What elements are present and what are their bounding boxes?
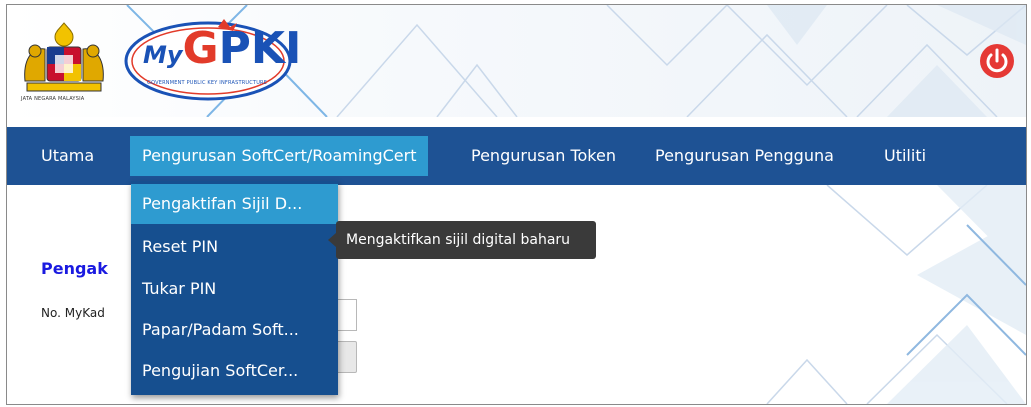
nav-item-pengurusan-token[interactable]: Pengurusan Token (471, 127, 616, 185)
section-title: Pengak (41, 259, 108, 278)
nav-item-pengurusan-pengguna[interactable]: Pengurusan Pengguna (655, 127, 834, 185)
menu-item-papar-padam-softcert[interactable]: Papar/Padam Soft... (131, 310, 338, 350)
mykad-label: No. MyKad (41, 306, 105, 320)
logo-g: G (182, 23, 219, 74)
menu-item-tukar-pin[interactable]: Tukar PIN (131, 269, 338, 309)
softcert-dropdown-menu: Pengaktifan Sijil D... Reset PIN Tukar P… (131, 181, 338, 395)
power-button[interactable] (980, 44, 1014, 78)
logo-subtitle: GOVERNMENT PUBLIC KEY INFRASTRUCTURE (147, 80, 268, 86)
nav-item-pengurusan-softcert[interactable]: Pengurusan SoftCert/RoamingCert (130, 136, 429, 176)
nav-item-utiliti[interactable]: Utiliti (884, 127, 926, 185)
app-window: JATA NEGARA MALAYSIA MyGPKI GOVERNMENT P… (6, 4, 1027, 405)
logo-pki: PKI (218, 23, 302, 74)
mygpki-logo: MyGPKI (143, 23, 301, 74)
menu-item-pengujian-softcert[interactable]: Pengujian SoftCer... (131, 351, 338, 391)
tooltip-arrow (328, 233, 336, 247)
coat-of-arms-icon (24, 22, 104, 92)
menu-item-pengaktifan-sijil[interactable]: Pengaktifan Sijil D... (131, 184, 338, 224)
coat-of-arms-caption: JATA NEGARA MALAYSIA (21, 96, 85, 102)
menu-tooltip: Mengaktifkan sijil digital baharu (328, 221, 596, 259)
tooltip-text: Mengaktifkan sijil digital baharu (346, 232, 571, 248)
header-banner: JATA NEGARA MALAYSIA MyGPKI GOVERNMENT P… (7, 5, 1026, 117)
nav-item-utama[interactable]: Utama (41, 127, 94, 185)
main-nav: Utama Pengurusan SoftCert/RoamingCert Pe… (7, 127, 1026, 185)
power-icon (986, 48, 1008, 73)
menu-item-reset-pin[interactable]: Reset PIN (131, 227, 338, 267)
logo-my: My (143, 41, 183, 69)
